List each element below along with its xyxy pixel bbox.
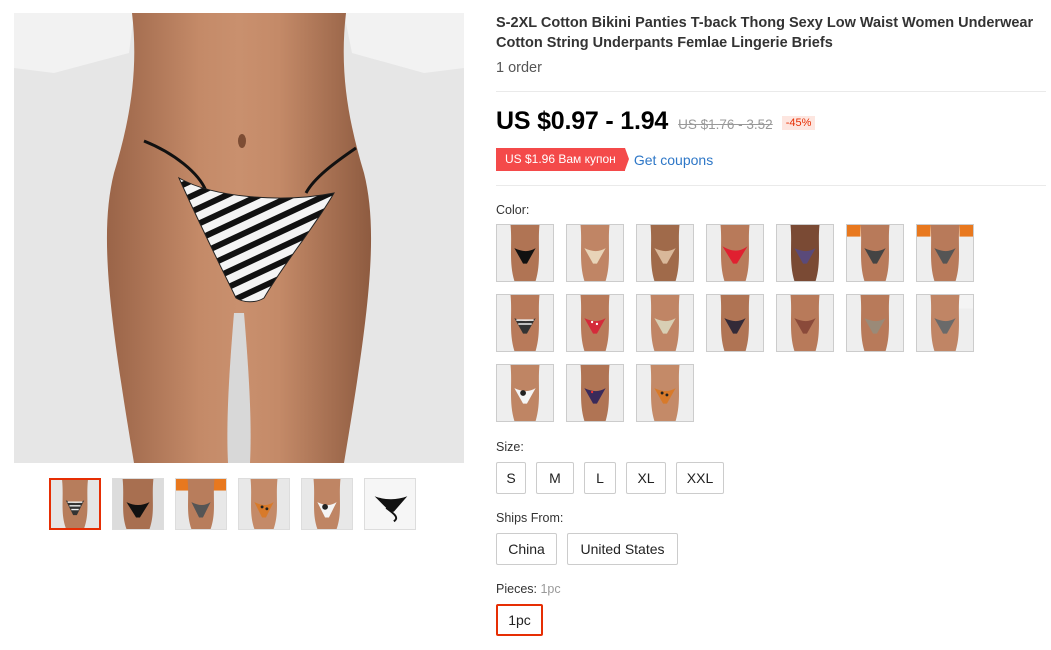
thumbnail-black[interactable] <box>112 478 164 530</box>
color-swatch-leopard-red[interactable] <box>776 294 834 352</box>
thumbnail-strip <box>49 478 416 530</box>
color-swatch-checker-orange[interactable] <box>916 224 974 282</box>
coupon-row: US $1.96 Вам купон Get coupons <box>496 148 713 171</box>
color-swatch-purple-dot[interactable] <box>566 364 624 422</box>
current-price: US $0.97 - 1.94 <box>496 107 669 135</box>
color-swatch-red[interactable] <box>706 224 764 282</box>
order-count: 1 order <box>496 60 542 76</box>
product-info: S-2XL Cotton Bikini Panties T-back Thong… <box>496 13 1046 636</box>
main-product-image[interactable] <box>14 13 464 463</box>
ships-from-options: China United States <box>496 533 678 565</box>
thumbnail-cow[interactable] <box>301 478 353 530</box>
color-swatch-checker[interactable] <box>846 224 904 282</box>
get-coupons-link[interactable]: Get coupons <box>634 152 713 168</box>
size-option-l[interactable]: L <box>584 462 616 494</box>
color-swatch-leopard[interactable] <box>636 364 694 422</box>
thumbnail-zebra[interactable] <box>49 478 101 530</box>
pieces-label-text: Pieces: <box>496 582 537 596</box>
price-row: US $0.97 - 1.94 US $1.76 - 3.52 -45% <box>496 107 816 136</box>
product-photo <box>14 13 464 463</box>
color-swatch-cow[interactable] <box>496 364 554 422</box>
thumbnail-flat-black[interactable] <box>364 478 416 530</box>
size-option-s[interactable]: S <box>496 462 526 494</box>
color-swatch-snake[interactable] <box>846 294 904 352</box>
color-swatch-camo[interactable] <box>636 294 694 352</box>
pieces-label: Pieces: 1pc <box>496 582 561 596</box>
size-option-m[interactable]: M <box>536 462 574 494</box>
ships-from-label: Ships From: <box>496 511 564 525</box>
thumbnail-orange-print[interactable] <box>175 478 227 530</box>
size-label: Size: <box>496 440 524 454</box>
pieces-options: 1pc <box>496 604 543 636</box>
color-swatch-nude[interactable] <box>636 224 694 282</box>
discount-badge: -45% <box>781 116 816 130</box>
ships-from-united-states[interactable]: United States <box>567 533 678 565</box>
color-swatch-black[interactable] <box>496 224 554 282</box>
coupon-badge: US $1.96 Вам купон <box>496 148 629 171</box>
original-price: US $1.76 - 3.52 <box>678 117 773 132</box>
thumbnail-leopard[interactable] <box>238 478 290 530</box>
ships-from-china[interactable]: China <box>496 533 557 565</box>
color-swatch-grey[interactable] <box>916 294 974 352</box>
color-swatch-red-dot[interactable] <box>566 294 624 352</box>
color-swatch-zebra[interactable] <box>496 294 554 352</box>
divider <box>496 91 1046 92</box>
pieces-selected-value: 1pc <box>540 582 561 596</box>
size-option-xxl[interactable]: XXL <box>676 462 724 494</box>
color-swatch-purple[interactable] <box>776 224 834 282</box>
product-title: S-2XL Cotton Bikini Panties T-back Thong… <box>496 15 1034 51</box>
pieces-option-1pc[interactable]: 1pc <box>496 604 543 636</box>
color-swatch-dark[interactable] <box>706 294 764 352</box>
divider <box>496 185 1046 186</box>
color-label: Color: <box>496 203 530 217</box>
color-swatch-beige[interactable] <box>566 224 624 282</box>
size-option-xl[interactable]: XL <box>626 462 666 494</box>
size-options: S M L XL XXL <box>496 462 724 494</box>
